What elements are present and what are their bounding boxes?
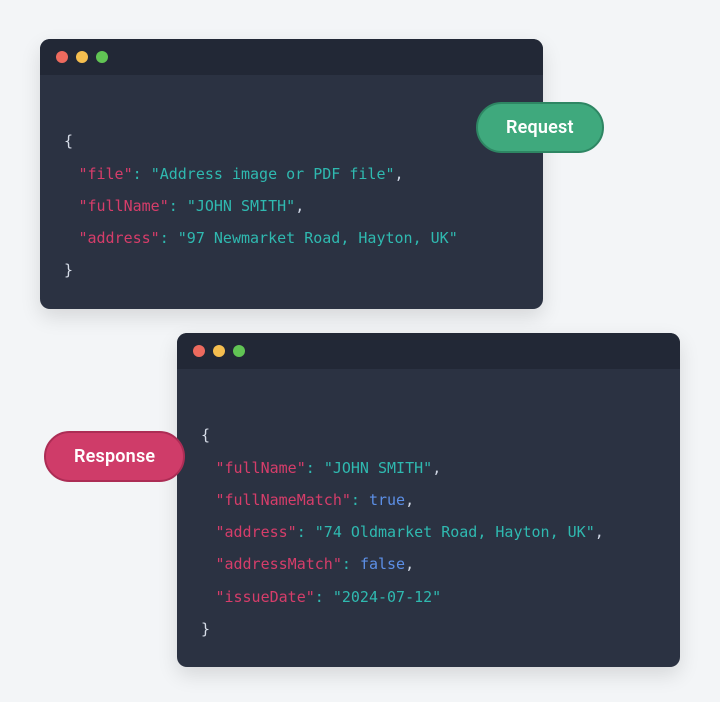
json-string: "2024-07-12" xyxy=(333,588,441,606)
json-string: "74 Oldmarket Road, Hayton, UK" xyxy=(315,523,595,541)
json-comma: , xyxy=(395,165,404,183)
json-string: "Address image or PDF file" xyxy=(151,165,395,183)
json-string: "97 Newmarket Road, Hayton, UK" xyxy=(178,229,458,247)
json-bool: false xyxy=(360,555,405,573)
response-badge-label: Response xyxy=(74,446,155,467)
request-code: { "file": "Address image or PDF file", "… xyxy=(40,75,543,309)
request-badge: Request xyxy=(476,102,604,153)
json-comma: , xyxy=(405,555,414,573)
brace-open: { xyxy=(64,132,73,150)
response-code: { "fullName": "JOHN SMITH", "fullNameMat… xyxy=(177,369,680,667)
request-titlebar xyxy=(40,39,543,75)
json-key: "issueDate" xyxy=(215,588,314,606)
response-badge: Response xyxy=(44,431,185,482)
json-colon: : xyxy=(133,165,151,183)
json-colon: : xyxy=(351,491,369,509)
brace-close: } xyxy=(64,261,73,279)
json-key: "fullNameMatch" xyxy=(215,491,350,509)
json-key: "file" xyxy=(78,165,132,183)
json-comma: , xyxy=(295,197,304,215)
json-comma: , xyxy=(595,523,604,541)
minimize-icon xyxy=(76,51,88,63)
brace-close: } xyxy=(201,620,210,638)
response-card: { "fullName": "JOHN SMITH", "fullNameMat… xyxy=(177,333,680,667)
request-card: { "file": "Address image or PDF file", "… xyxy=(40,39,543,309)
brace-open: { xyxy=(201,426,210,444)
json-comma: , xyxy=(432,459,441,477)
json-key: "addressMatch" xyxy=(215,555,341,573)
json-colon: : xyxy=(342,555,360,573)
json-key: "address" xyxy=(215,523,296,541)
json-key: "fullName" xyxy=(78,197,168,215)
json-key: "fullName" xyxy=(215,459,305,477)
json-comma: , xyxy=(405,491,414,509)
close-icon xyxy=(56,51,68,63)
json-colon: : xyxy=(297,523,315,541)
zoom-icon xyxy=(233,345,245,357)
close-icon xyxy=(193,345,205,357)
request-badge-label: Request xyxy=(506,117,574,138)
json-key: "address" xyxy=(78,229,159,247)
json-colon: : xyxy=(315,588,333,606)
json-colon: : xyxy=(160,229,178,247)
json-string: "JOHN SMITH" xyxy=(324,459,432,477)
json-colon: : xyxy=(306,459,324,477)
minimize-icon xyxy=(213,345,225,357)
json-bool: true xyxy=(369,491,405,509)
response-titlebar xyxy=(177,333,680,369)
json-colon: : xyxy=(169,197,187,215)
json-string: "JOHN SMITH" xyxy=(187,197,295,215)
zoom-icon xyxy=(96,51,108,63)
